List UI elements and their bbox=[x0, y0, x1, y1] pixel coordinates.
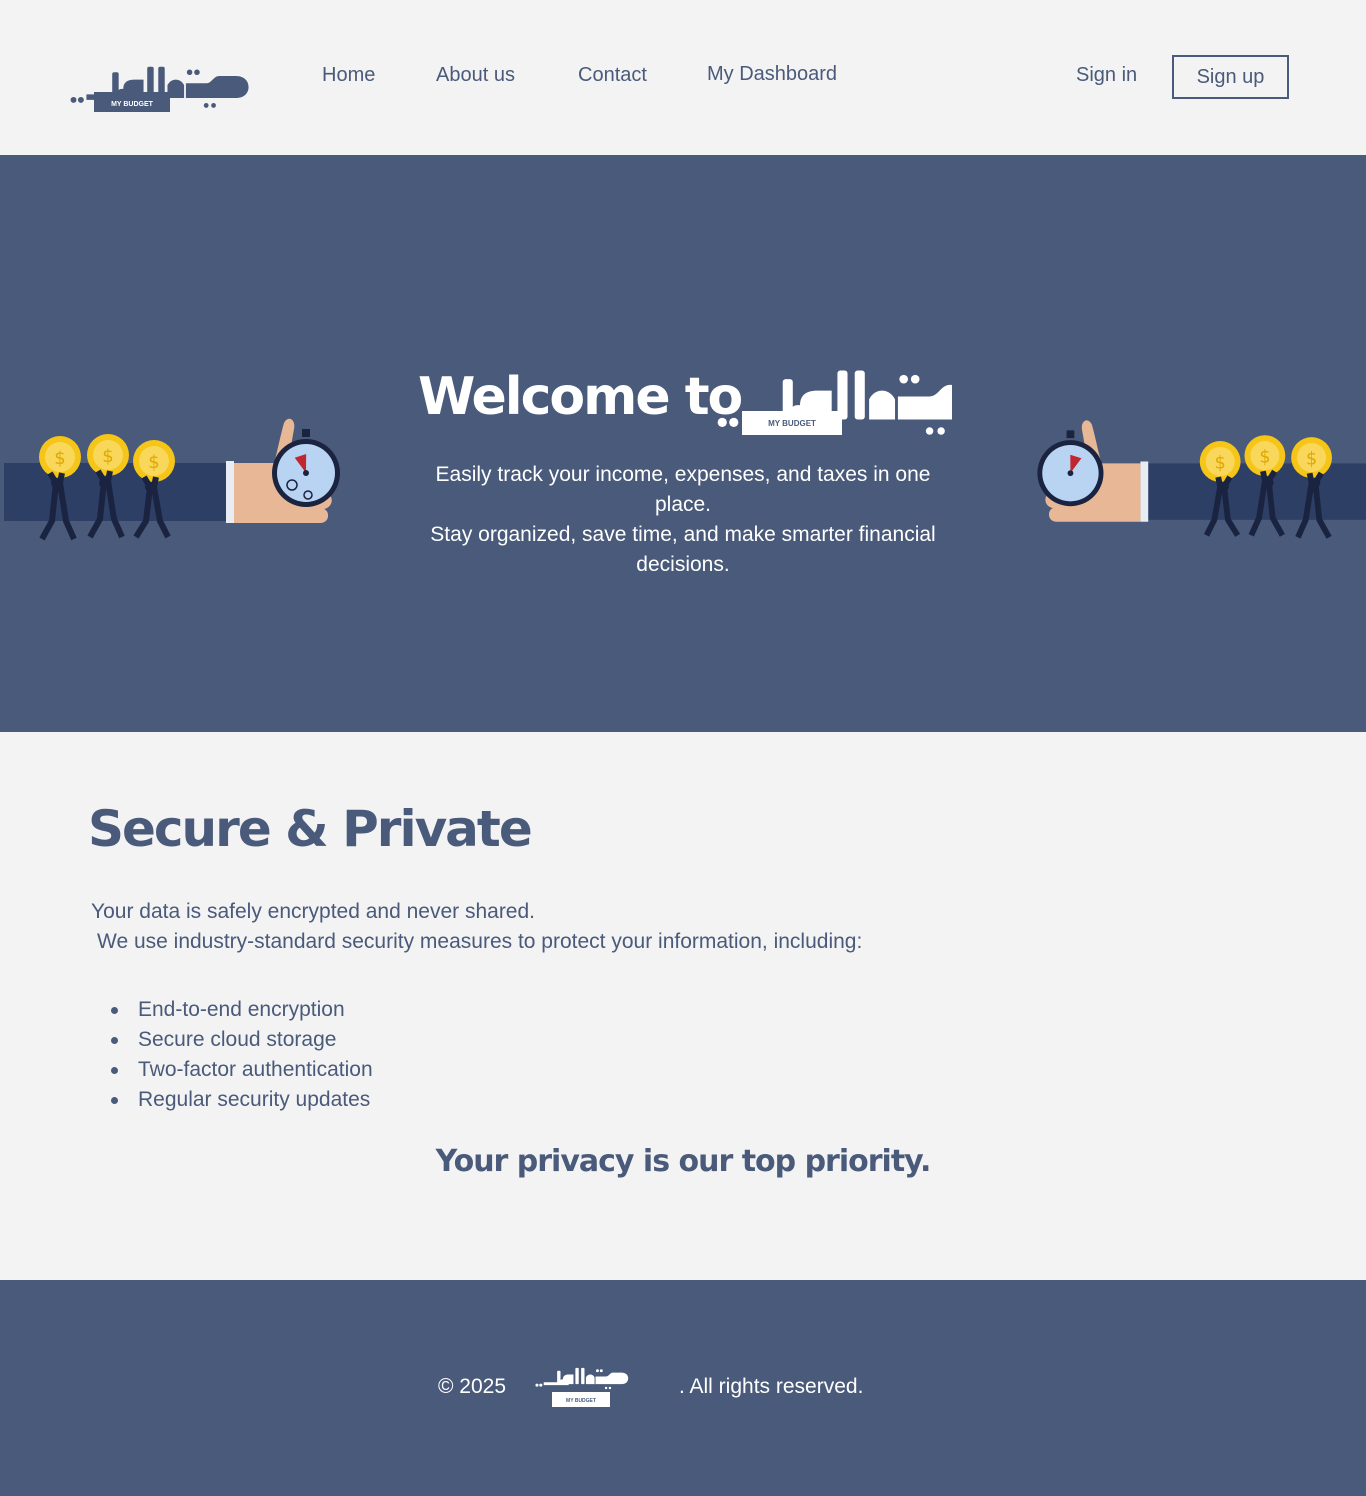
logo-caption: MY BUDGET bbox=[111, 101, 154, 108]
svg-text:$: $ bbox=[1215, 453, 1226, 473]
footer-logo-caption: MY BUDGET bbox=[566, 1398, 596, 1404]
sign-up-button[interactable]: Sign up bbox=[1172, 55, 1289, 99]
privacy-priority-heading: Your privacy is our top priority. bbox=[435, 1144, 932, 1179]
footer-copyright: © 2025 bbox=[438, 1375, 507, 1398]
svg-text:$: $ bbox=[1259, 447, 1270, 467]
secure-line-2: We use industry-standard security measur… bbox=[97, 930, 863, 953]
coin-carriers: $ $ $ bbox=[39, 434, 175, 541]
nav-my-dashboard[interactable]: My Dashboard bbox=[707, 63, 837, 86]
brand-logo[interactable]: MY BUDGET bbox=[64, 46, 260, 126]
secure-line-1: Your data is safely encrypted and never … bbox=[91, 900, 536, 923]
nav-about-us[interactable]: About us bbox=[436, 64, 515, 87]
svg-text:$: $ bbox=[102, 446, 113, 467]
footer-rights: . All rights reserved. bbox=[679, 1375, 864, 1398]
nav-contact[interactable]: Contact bbox=[578, 64, 647, 87]
hero-subtitle-line-2: Stay organized, save time, and make smar… bbox=[430, 523, 936, 576]
nav-home[interactable]: Home bbox=[322, 64, 375, 87]
list-item: Secure cloud storage bbox=[109, 1025, 373, 1055]
secure-title: Secure & Private bbox=[88, 800, 533, 858]
svg-text:$: $ bbox=[1306, 449, 1317, 469]
hero-title: Welcome to MY BUDGET bbox=[0, 355, 1366, 445]
security-features-list: End-to-end encryption Secure cloud stora… bbox=[109, 995, 373, 1115]
hero-subtitle-line-1: Easily track your income, expenses, and … bbox=[435, 463, 931, 516]
hero-section: $ $ $ $ $ $ Welcome to MY BUDGET Easily … bbox=[0, 155, 1366, 732]
hero-brand-logo: MY BUDGET bbox=[706, 355, 952, 435]
svg-text:$: $ bbox=[148, 452, 159, 473]
list-item: End-to-end encryption bbox=[109, 995, 373, 1025]
list-item: Two-factor authentication bbox=[109, 1055, 373, 1085]
sign-in-link[interactable]: Sign in bbox=[1076, 64, 1137, 87]
hero-welcome-text: Welcome to bbox=[418, 367, 743, 427]
list-item: Regular security updates bbox=[109, 1085, 373, 1115]
svg-text:$: $ bbox=[54, 448, 65, 469]
navbar: MY BUDGET Home About us Contact My Dashb… bbox=[0, 0, 1366, 155]
hero-subtitle: Easily track your income, expenses, and … bbox=[420, 460, 946, 580]
footer-brand-logo: MY BUDGET bbox=[528, 1362, 674, 1407]
footer: © 2025 MY BUDGET . All rights reserved. bbox=[0, 1280, 1366, 1496]
hero-logo-caption: MY BUDGET bbox=[768, 419, 816, 428]
